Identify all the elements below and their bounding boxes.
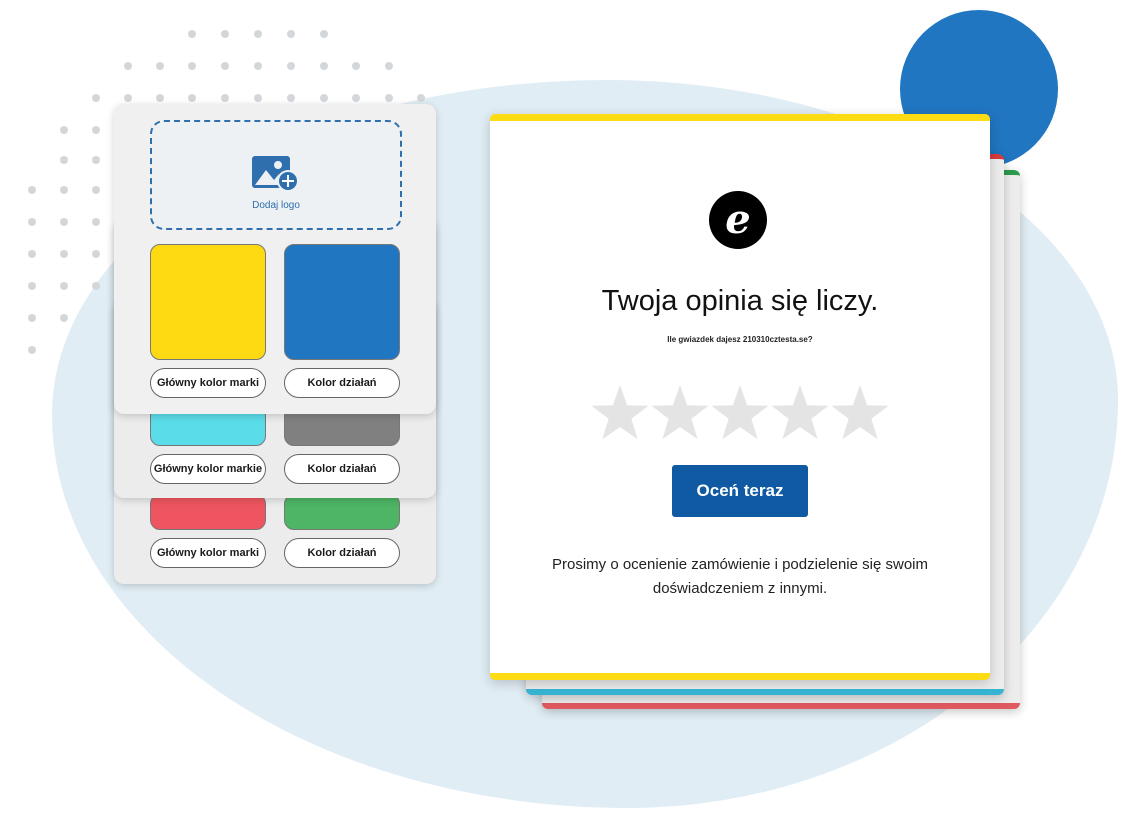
review-subtitle: Ile gwiazdek dajesz 210310cztesta.se? (667, 335, 813, 344)
decorative-dot (417, 94, 425, 102)
action-color-button[interactable]: Kolor działań (284, 538, 400, 568)
decorative-dot (60, 218, 68, 226)
decorative-dot (92, 218, 100, 226)
brand-color-swatch[interactable] (150, 244, 266, 360)
decorative-dot (320, 94, 328, 102)
trusted-shops-e-logo: e (709, 191, 767, 249)
rate-now-button[interactable]: Oceń teraz (672, 465, 808, 517)
star-icon[interactable] (771, 385, 829, 440)
brand-color-swatch[interactable] (150, 494, 266, 530)
decorative-dot (320, 30, 328, 38)
decorative-dot (385, 62, 393, 70)
decorative-dot (28, 282, 36, 290)
star-icon[interactable] (591, 385, 649, 440)
review-card: e Twoja opinia się liczy. Ile gwiazdek d… (490, 114, 990, 680)
add-image-icon (252, 156, 299, 192)
decorative-dot (92, 282, 100, 290)
action-color-swatch[interactable] (284, 494, 400, 530)
decorative-dot (320, 62, 328, 70)
logo-upload-dropzone[interactable]: Dodaj logo (150, 120, 402, 230)
decorative-dot (92, 94, 100, 102)
decorative-dot (156, 62, 164, 70)
decorative-dot (287, 30, 295, 38)
svg-text:e: e (725, 196, 750, 243)
decorative-dot (60, 250, 68, 258)
decorative-dot (92, 186, 100, 194)
decorative-dot (92, 250, 100, 258)
decorative-dot (254, 94, 262, 102)
decorative-dot (124, 62, 132, 70)
action-color-button[interactable]: Kolor działań (284, 454, 400, 484)
color-panel-front: Dodaj logo Główny kolor marki Kolor dzia… (114, 104, 436, 414)
decorative-dot (188, 62, 196, 70)
decorative-dot (385, 94, 393, 102)
action-color-button[interactable]: Kolor działań (284, 368, 400, 398)
decorative-dot (60, 282, 68, 290)
decorative-dot (188, 30, 196, 38)
decorative-dot (60, 156, 68, 164)
decorative-dot (60, 186, 68, 194)
star-icon[interactable] (711, 385, 769, 440)
decorative-dot (254, 62, 262, 70)
review-description: Prosimy o ocenienie zamówienie i podziel… (551, 556, 928, 597)
decorative-dot (352, 94, 360, 102)
brand-color-button[interactable]: Główny kolor marki (150, 538, 266, 568)
decorative-dot (287, 62, 295, 70)
star-icon[interactable] (651, 385, 709, 440)
decorative-dot (28, 186, 36, 194)
decorative-dot (28, 218, 36, 226)
decorative-dot (221, 94, 229, 102)
decorative-dot (28, 250, 36, 258)
brand-color-button[interactable]: Główny kolor marki (150, 368, 266, 398)
decorative-dot (287, 94, 295, 102)
decorative-dot (188, 94, 196, 102)
decorative-dot (156, 94, 164, 102)
brand-color-button[interactable]: Główny kolor markie (150, 454, 266, 484)
star-icon[interactable] (831, 385, 889, 440)
decorative-dot (60, 126, 68, 134)
decorative-dot (221, 62, 229, 70)
action-color-swatch[interactable] (284, 244, 400, 360)
logo-upload-label: Dodaj logo (252, 200, 300, 211)
decorative-dot (28, 346, 36, 354)
decorative-dot (60, 314, 68, 322)
decorative-dot (254, 30, 262, 38)
decorative-dot (352, 62, 360, 70)
star-rating[interactable] (590, 383, 890, 443)
decorative-dot (28, 314, 36, 322)
decorative-dot (124, 94, 132, 102)
decorative-dot (92, 156, 100, 164)
decorative-dot (92, 126, 100, 134)
decorative-dot (221, 30, 229, 38)
review-title: Twoja opinia się liczy. (601, 285, 879, 317)
